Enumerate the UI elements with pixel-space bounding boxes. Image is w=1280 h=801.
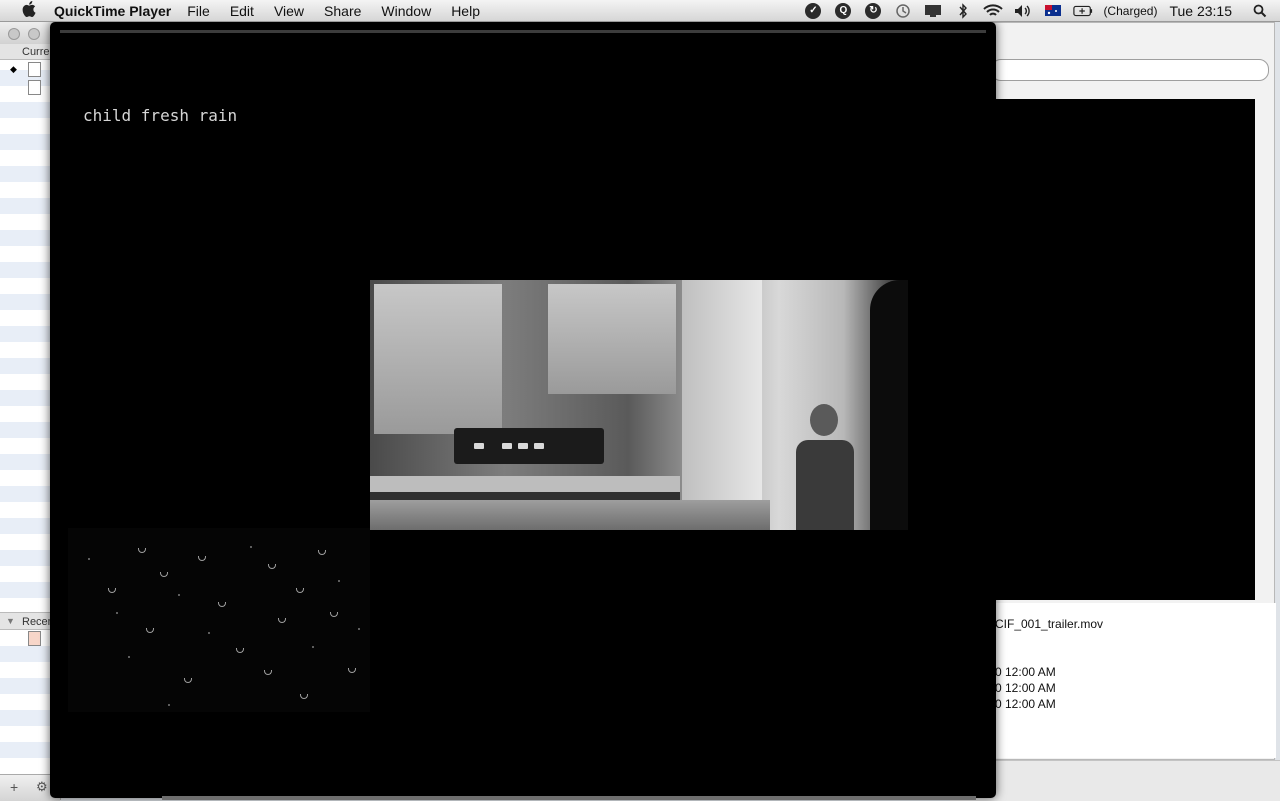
spotlight-icon[interactable] — [1250, 3, 1270, 19]
file-icon[interactable] — [28, 62, 41, 77]
sync-icon[interactable]: ↻ — [863, 2, 883, 19]
time-machine-icon[interactable] — [893, 3, 913, 19]
shelf-shadow — [370, 492, 680, 500]
quicktime-player-window[interactable]: child fresh rain — [50, 22, 996, 798]
door — [682, 280, 762, 530]
floor — [370, 500, 770, 530]
stereo-device — [454, 428, 604, 464]
menu-bar: QuickTime Player File Edit View Share Wi… — [0, 0, 1280, 22]
dark-foreground — [870, 280, 908, 530]
search-input[interactable] — [991, 59, 1269, 81]
movie-file-icon[interactable] — [28, 631, 41, 646]
file-icon[interactable] — [28, 80, 41, 95]
australia-flag-icon[interactable] — [1043, 3, 1063, 19]
bluetooth-icon[interactable] — [953, 2, 973, 19]
background-preview-window: CIF_001_trailer.mov 0 12:00 AM 0 12:00 A… — [950, 22, 1276, 760]
video-frame-rain — [68, 528, 370, 712]
file-name-label: CIF_001_trailer.mov — [995, 617, 1104, 631]
menu-clock[interactable]: Tue 23:15 — [1169, 3, 1232, 19]
menu-app-name[interactable]: QuickTime Player — [54, 3, 171, 19]
gear-icon[interactable]: ⚙ — [36, 779, 48, 795]
battery-icon[interactable] — [1073, 3, 1093, 19]
video-caption-text: child fresh rain — [83, 106, 238, 125]
menu-window[interactable]: Window — [381, 3, 431, 19]
apple-logo-icon[interactable] — [18, 1, 40, 20]
close-icon[interactable] — [8, 28, 20, 40]
video-frame-room — [370, 280, 908, 530]
preview-area — [991, 99, 1255, 600]
date-created: 0 12:00 AM — [995, 665, 1056, 679]
bullet-icon: ◆ — [10, 64, 17, 74]
menu-file[interactable]: File — [187, 3, 210, 19]
minimize-icon[interactable] — [28, 28, 40, 40]
person-head — [810, 404, 838, 436]
menu-share[interactable]: Share — [324, 3, 361, 19]
display-icon[interactable] — [923, 3, 943, 19]
disclosure-triangle-icon[interactable]: ▼ — [6, 616, 15, 626]
shelf — [370, 476, 680, 492]
battery-status-text[interactable]: (Charged) — [1103, 4, 1157, 18]
window-pane — [548, 284, 676, 394]
wifi-icon[interactable] — [983, 3, 1004, 19]
add-icon[interactable]: + — [10, 779, 18, 795]
menu-edit[interactable]: Edit — [230, 3, 254, 19]
menu-help[interactable]: Help — [451, 3, 480, 19]
horizontal-scrollbar[interactable] — [162, 796, 976, 800]
window-pane — [374, 284, 502, 434]
person-figure — [796, 440, 854, 530]
volume-icon[interactable] — [1013, 3, 1033, 19]
q-icon[interactable]: Q — [833, 2, 853, 19]
date-opened: 0 12:00 AM — [995, 697, 1056, 711]
window-titlebar-line[interactable] — [60, 30, 986, 33]
date-modified: 0 12:00 AM — [995, 681, 1056, 695]
menu-view[interactable]: View — [274, 3, 304, 19]
status-area: ✓ Q ↻ (Charged) Tue 23:15 — [803, 0, 1280, 21]
checkbox-icon[interactable]: ✓ — [803, 2, 823, 19]
background-window-strip — [950, 760, 1280, 801]
